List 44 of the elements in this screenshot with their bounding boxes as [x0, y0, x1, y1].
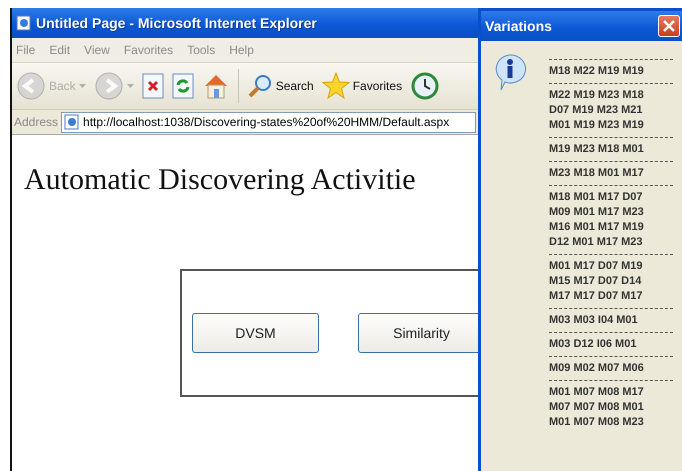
window-title: Untitled Page - Microsoft Internet Explorer — [36, 15, 317, 31]
page-button[interactable]: Similarity — [358, 313, 478, 353]
variation-text: M03 M03 I04 M01 — [549, 313, 639, 328]
variation-text: M23 M18 M01 M17 — [549, 166, 645, 181]
dialog-title: Variations — [485, 18, 552, 34]
variation-text: M01 M19 M23 M19 — [549, 118, 645, 133]
variation-text: M09 M02 M07 M06 — [549, 361, 645, 376]
clock-icon[interactable] — [410, 71, 440, 101]
menu-item[interactable]: File — [16, 43, 36, 57]
page-icon — [16, 15, 32, 31]
star-icon[interactable] — [322, 72, 350, 100]
variation-text: M01 M07 M08 M23 — [549, 415, 645, 430]
variation-text: M19 M23 M18 M01 — [549, 142, 645, 157]
address-label: Address — [14, 115, 58, 129]
variation-text: M18 M22 M19 M19 — [549, 64, 645, 79]
refresh-icon[interactable] — [172, 73, 194, 99]
variation-text: M18 M01 M17 D07 — [549, 190, 644, 205]
info-icon — [493, 53, 527, 91]
page-button[interactable]: DVSM — [192, 313, 319, 353]
variation-text: M09 M01 M17 M23 — [549, 205, 645, 220]
close-button[interactable] — [658, 15, 680, 37]
menu-item[interactable]: Help — [229, 43, 254, 57]
toolbar-label[interactable]: Favorites — [352, 79, 402, 93]
menu-item[interactable]: Favorites — [124, 43, 174, 57]
variation-text: M22 M19 M23 M18 — [549, 88, 645, 103]
search-icon[interactable] — [246, 73, 273, 99]
menu-item[interactable]: Tools — [187, 43, 216, 57]
variation-text: M03 D12 I06 M01 — [549, 337, 638, 352]
variation-text: D12 M01 M17 M23 — [549, 235, 644, 250]
variation-text: M16 M01 M17 M19 — [549, 220, 645, 235]
variation-text: D07 M19 M23 M21 — [549, 103, 644, 118]
variation-text: M15 M17 D07 D14 — [549, 274, 642, 289]
close-icon[interactable] — [663, 20, 675, 32]
variation-text: M07 M07 M08 M01 — [549, 400, 645, 415]
page-heading: Automatic Discovering Activitie — [24, 163, 417, 197]
variation-text: M17 M17 D07 M17 — [549, 289, 644, 304]
toolbar-label[interactable]: Search — [276, 79, 314, 93]
variation-text: M01 M17 D07 M19 — [549, 259, 644, 274]
variation-text: M01 M07 M08 M17 — [549, 385, 645, 400]
browser-page-icon — [64, 114, 80, 130]
address-field[interactable]: http://localhost:1038/Discovering-states%20of%20HMM/Default.aspx — [61, 112, 476, 132]
menu-item[interactable]: Edit — [49, 43, 70, 57]
stop-icon[interactable] — [142, 73, 164, 99]
menu-item[interactable]: View — [84, 43, 110, 57]
